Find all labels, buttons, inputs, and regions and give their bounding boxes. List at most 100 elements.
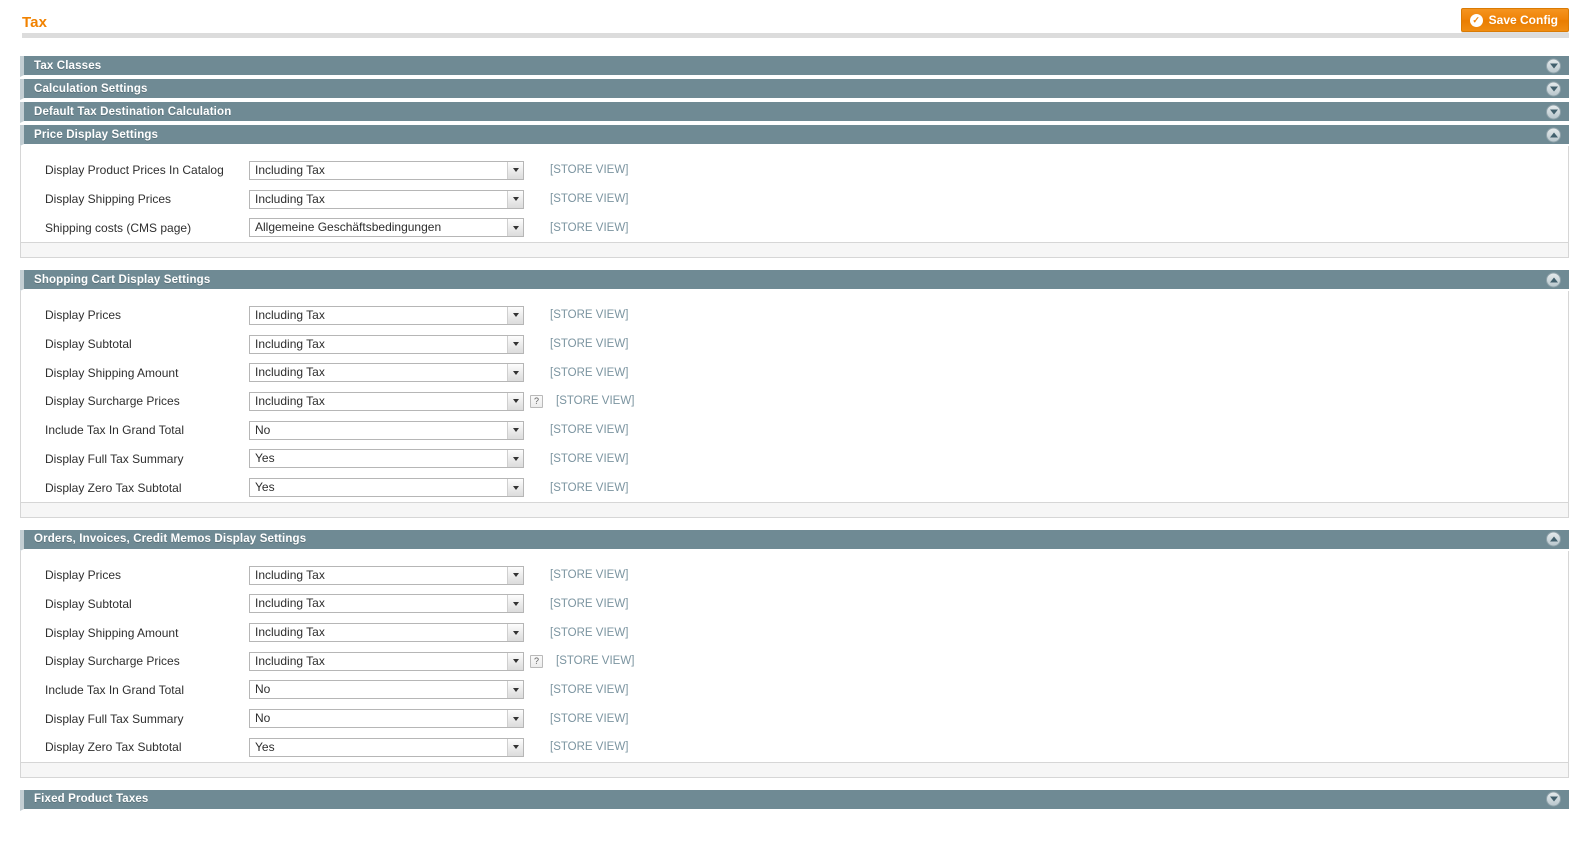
chevron-down-icon[interactable] <box>1546 104 1561 119</box>
select-arrow-icon[interactable] <box>507 479 523 497</box>
section-title: Orders, Invoices, Credit Memos Display S… <box>34 533 307 546</box>
select-value: Allgemeine Geschäftsbedingungen <box>255 220 442 235</box>
field-label: Display Surcharge Prices <box>45 394 180 409</box>
select-arrow-icon[interactable] <box>507 306 523 324</box>
select-arrow-icon[interactable] <box>507 566 523 584</box>
scope-label: [STORE VIEW] <box>550 366 629 379</box>
section-price-display-settings: Price Display Settings Display Product Pr… <box>20 125 1569 259</box>
select-display-surcharge-prices[interactable]: Including Tax <box>249 651 524 671</box>
section-title: Tax Classes <box>34 59 102 72</box>
select-display-prices[interactable]: Including Tax <box>249 565 524 585</box>
field-row: Include Tax In Grand Total No [STORE VIEW] <box>21 416 1568 445</box>
header-divider <box>22 33 1569 38</box>
scope-label: [STORE VIEW] <box>550 683 629 696</box>
section-shopping-cart-display-settings: Shopping Cart Display Settings Display Pr… <box>20 270 1569 518</box>
field-control: Yes [STORE VIEW] <box>249 449 628 469</box>
field-label: Display Full Tax Summary <box>45 711 184 726</box>
select-arrow-icon[interactable] <box>507 710 523 728</box>
select-arrow-icon[interactable] <box>507 421 523 439</box>
select-arrow-icon[interactable] <box>507 190 523 208</box>
arrow-triangle <box>512 485 519 490</box>
select-arrow-icon[interactable] <box>507 364 523 382</box>
section-header-shopping-cart-display-settings[interactable]: Shopping Cart Display Settings <box>20 270 1569 292</box>
field-label: Display Zero Tax Subtotal <box>45 480 182 495</box>
select-display-full-tax-summary[interactable]: No <box>249 709 524 729</box>
arrow-triangle <box>512 370 519 375</box>
toggle-triangle <box>1549 277 1558 283</box>
section-tax-classes: Tax Classes <box>20 56 1569 77</box>
field-label: Display Product Prices In Catalog <box>45 163 224 178</box>
section-header-orders-invoices-credit-memos-display-settings[interactable]: Orders, Invoices, Credit Memos Display S… <box>20 529 1569 551</box>
section-header-tax-classes[interactable]: Tax Classes <box>20 56 1569 77</box>
chevron-up-icon[interactable] <box>1546 531 1561 547</box>
field-label: Display Subtotal <box>45 337 132 352</box>
select-arrow-icon[interactable] <box>507 450 523 468</box>
section-footer <box>20 243 1569 259</box>
select-display-surcharge-prices[interactable]: Including Tax <box>249 391 524 411</box>
select-value: Yes <box>255 480 275 495</box>
field-row: Display Surcharge Prices Including Tax? [S… <box>21 387 1568 416</box>
select-arrow-icon[interactable] <box>507 392 523 410</box>
page-header: Tax ✓ Save Config <box>0 0 1589 38</box>
select-include-tax-in-grand-total[interactable]: No <box>249 680 524 700</box>
select-arrow-icon[interactable] <box>507 161 523 179</box>
field-label: Include Tax In Grand Total <box>45 682 184 697</box>
chevron-up-icon[interactable] <box>1546 127 1561 142</box>
select-display-subtotal[interactable]: Including Tax <box>249 594 524 614</box>
section-header-price-display-settings[interactable]: Price Display Settings <box>20 125 1569 146</box>
field-row: Display Shipping Amount Including Tax [STO… <box>21 618 1568 647</box>
arrow-triangle <box>512 342 519 347</box>
select-display-shipping-amount[interactable]: Including Tax <box>249 623 524 643</box>
section-header-calculation-settings[interactable]: Calculation Settings <box>20 79 1569 100</box>
select-arrow-icon[interactable] <box>507 595 523 613</box>
field-control: No [STORE VIEW] <box>249 709 628 729</box>
chevron-up-icon[interactable] <box>1546 272 1561 288</box>
select-display-subtotal[interactable]: Including Tax <box>249 334 524 354</box>
section-header-fixed-product-taxes[interactable]: Fixed Product Taxes <box>20 789 1569 811</box>
select-arrow-icon[interactable] <box>507 681 523 699</box>
section-title: Fixed Product Taxes <box>34 793 149 806</box>
toggle-triangle <box>1549 63 1558 68</box>
help-icon[interactable]: ? <box>530 654 543 668</box>
select-shipping-costs-cms-page[interactable]: Allgemeine Geschäftsbedingungen <box>249 218 524 238</box>
select-arrow-icon[interactable] <box>507 738 523 756</box>
section-footer <box>20 762 1569 778</box>
select-display-zero-tax-subtotal[interactable]: Yes <box>249 737 524 757</box>
select-arrow-icon[interactable] <box>507 652 523 670</box>
select-value: Including Tax <box>255 365 325 380</box>
select-value: Yes <box>255 451 275 466</box>
scope-label: [STORE VIEW] <box>550 338 629 351</box>
save-config-label: Save Config <box>1488 13 1558 27</box>
select-arrow-icon[interactable] <box>507 335 523 353</box>
chevron-down-icon[interactable] <box>1546 791 1561 807</box>
save-config-button[interactable]: ✓ Save Config <box>1460 8 1569 32</box>
chevron-down-icon[interactable] <box>1546 81 1561 96</box>
section-body-shopping-cart-display-settings: Display Prices Including Tax [STORE VIEW] D… <box>20 291 1569 503</box>
section-body-orders-invoices-credit-memos-display-settings: Display Prices Including Tax [STORE VIEW] D… <box>20 550 1569 763</box>
select-display-shipping-prices[interactable]: Including Tax <box>249 189 524 209</box>
select-display-prices[interactable]: Including Tax <box>249 305 524 325</box>
arrow-triangle <box>512 197 519 202</box>
toggle-triangle <box>1549 132 1558 137</box>
select-value: No <box>255 422 271 437</box>
field-row: Shipping costs (CMS page) Allgemeine Gesc… <box>21 213 1568 242</box>
section-header-default-tax-destination-calculation[interactable]: Default Tax Destination Calculation <box>20 102 1569 123</box>
toggle-triangle <box>1549 796 1558 802</box>
select-arrow-icon[interactable] <box>507 624 523 642</box>
select-display-zero-tax-subtotal[interactable]: Yes <box>249 478 524 498</box>
field-row: Display Shipping Amount Including Tax [STO… <box>21 358 1568 387</box>
help-icon[interactable]: ? <box>530 394 543 408</box>
select-include-tax-in-grand-total[interactable]: No <box>249 420 524 440</box>
field-label: Display Shipping Amount <box>45 625 179 640</box>
select-display-shipping-amount[interactable]: Including Tax <box>249 363 524 383</box>
arrow-triangle <box>512 630 519 635</box>
select-arrow-icon[interactable] <box>507 219 523 237</box>
arrow-triangle <box>512 168 519 173</box>
field-label: Display Zero Tax Subtotal <box>45 740 182 755</box>
chevron-down-icon[interactable] <box>1546 58 1561 73</box>
field-row: Include Tax In Grand Total No [STORE VIEW] <box>21 676 1568 705</box>
select-display-product-prices-in-catalog[interactable]: Including Tax <box>249 160 524 180</box>
select-display-full-tax-summary[interactable]: Yes <box>249 449 524 469</box>
field-row: Display Product Prices In Catalog Includi… <box>21 156 1568 185</box>
toggle-triangle <box>1549 86 1558 91</box>
